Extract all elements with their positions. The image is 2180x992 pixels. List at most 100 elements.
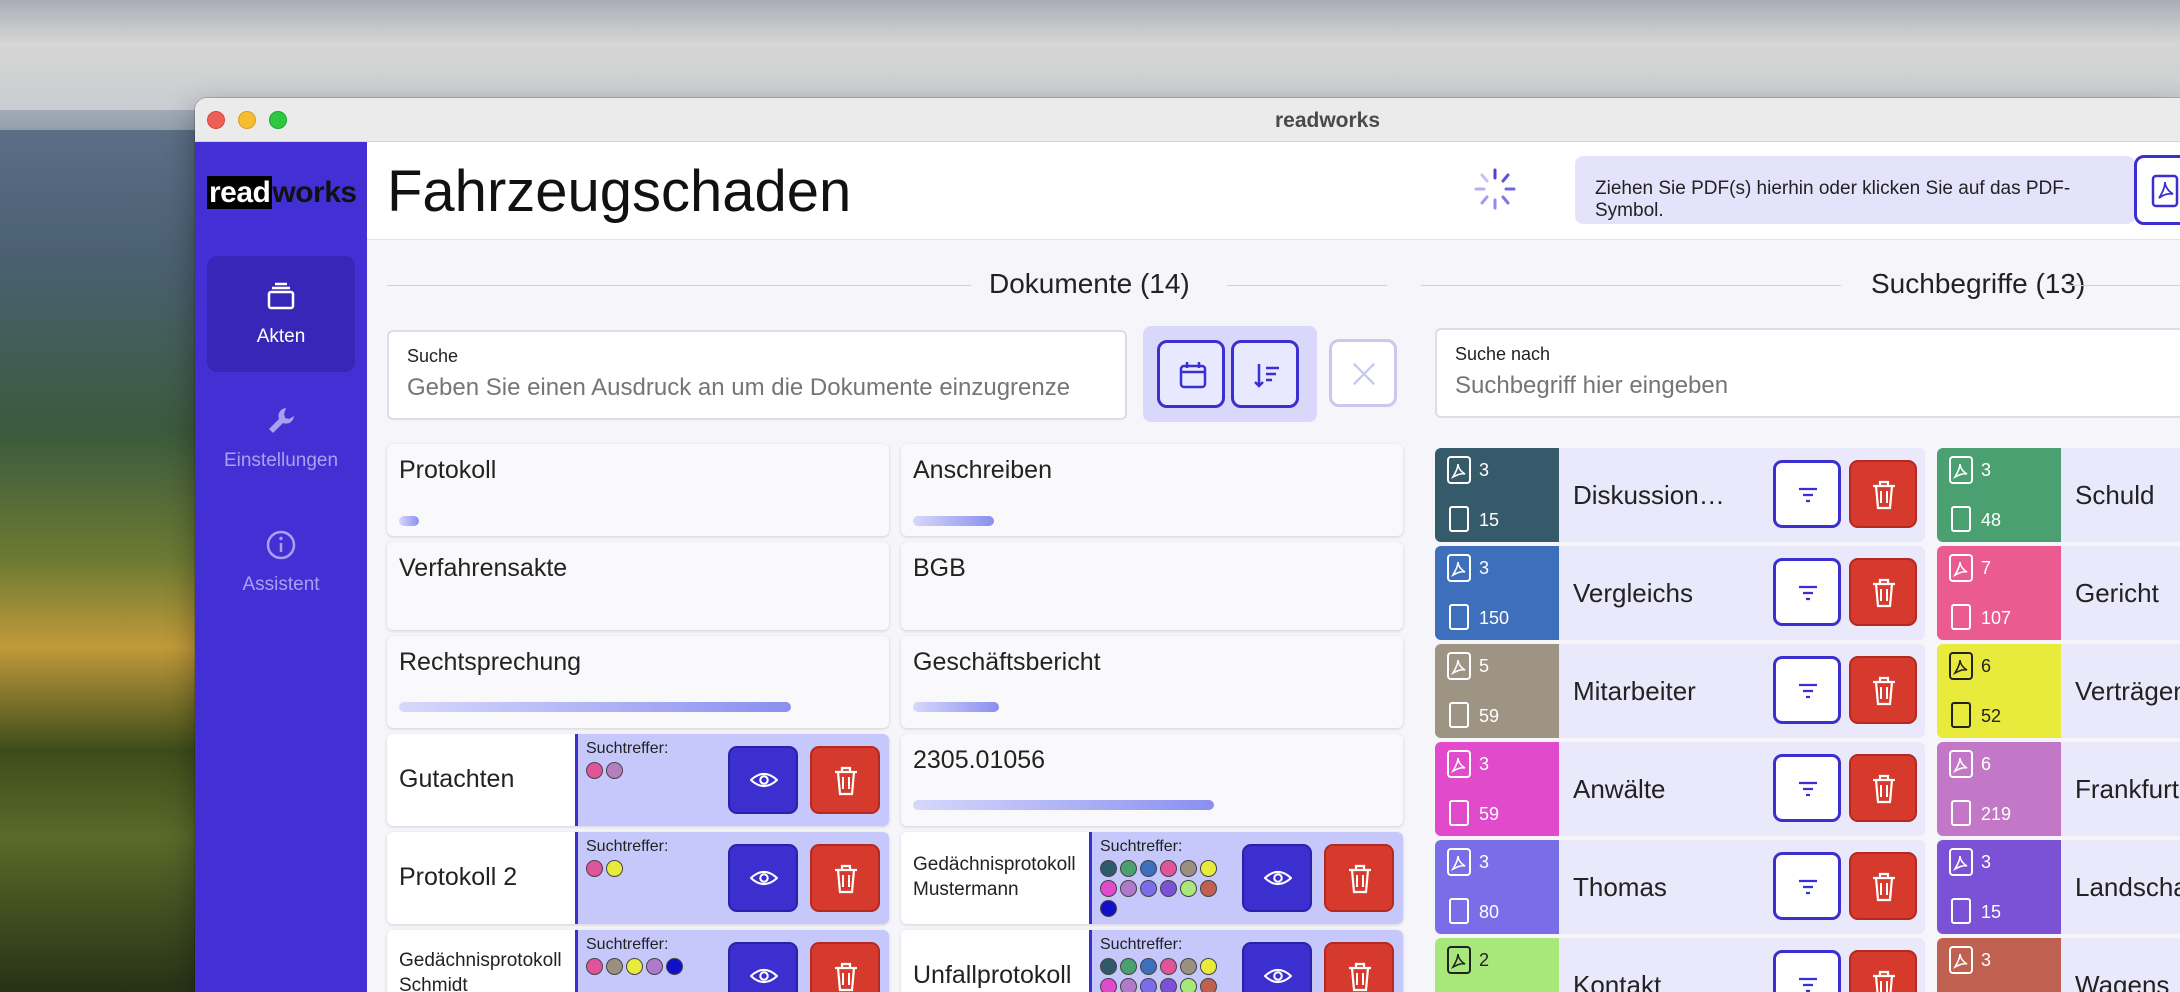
- view-document-button[interactable]: [1242, 844, 1312, 912]
- term-color-swatch: 3 59: [1435, 742, 1559, 836]
- sidebar-item-einstellungen[interactable]: Einstellungen: [207, 380, 355, 496]
- delete-document-button[interactable]: [810, 942, 880, 992]
- hit-dot: [586, 958, 603, 975]
- document-name: Rechtsprechung: [399, 648, 582, 676]
- page-icon: [1951, 604, 1971, 630]
- delete-term-button[interactable]: [1849, 754, 1917, 822]
- search-term-card[interactable]: 3 Wagens: [1937, 938, 2180, 992]
- hit-dots: [586, 762, 706, 779]
- page-icon: [1951, 702, 1971, 728]
- search-term-card[interactable]: 3 48 Schuld: [1937, 448, 2180, 542]
- document-card[interactable]: 2305.01056: [901, 734, 1403, 826]
- hit-dot: [1140, 958, 1157, 975]
- search-term-card[interactable]: 3 80 Thomas: [1435, 840, 1925, 934]
- sidebar-item-akten[interactable]: Akten: [207, 256, 355, 372]
- term-page-count: 219: [1981, 804, 2012, 824]
- window-title: readworks: [1274, 109, 1381, 132]
- filter-term-button[interactable]: [1773, 558, 1841, 626]
- term-page-count: 15: [1981, 902, 2002, 922]
- date-filter-button[interactable]: [1157, 340, 1225, 408]
- hit-panel: Suchtreffer:: [1089, 930, 1403, 992]
- pdf-upload-button[interactable]: [2134, 155, 2180, 225]
- delete-document-button[interactable]: [1324, 942, 1394, 992]
- search-term-card[interactable]: 3 15 Diskussion…: [1435, 448, 1925, 542]
- term-name: Schuld: [2075, 480, 2155, 510]
- delete-document-button[interactable]: [810, 746, 880, 814]
- delete-term-button[interactable]: [1849, 852, 1917, 920]
- document-tools: [1143, 326, 1317, 422]
- loading-spinner-icon: [1474, 168, 1516, 210]
- term-color-swatch: 3 15: [1937, 840, 2061, 934]
- pdf-dropzone[interactable]: Ziehen Sie PDF(s) hierhin oder klicken S…: [1575, 156, 2135, 224]
- hit-dot: [1180, 880, 1197, 897]
- filter-term-button[interactable]: [1773, 950, 1841, 992]
- document-card[interactable]: Anschreiben: [901, 444, 1403, 536]
- view-document-button[interactable]: [728, 746, 798, 814]
- document-card[interactable]: Protokoll: [387, 444, 889, 536]
- term-name: Thomas: [1573, 872, 1667, 902]
- delete-term-button[interactable]: [1849, 558, 1917, 626]
- document-hit-card[interactable]: Gedächnisprotokoll Schmidt Suchtreffer:: [387, 930, 889, 992]
- hit-dot: [606, 762, 623, 779]
- filter-term-button[interactable]: [1773, 754, 1841, 822]
- search-term-card[interactable]: 7 107 Gericht: [1937, 546, 2180, 640]
- trash-icon: [1873, 774, 1895, 804]
- delete-term-button[interactable]: [1849, 460, 1917, 528]
- sidebar-item-assistent[interactable]: Assistent: [207, 504, 355, 620]
- document-hit-card[interactable]: Gedächnisprotokoll Mustermann Suchtreffe…: [901, 832, 1403, 924]
- search-term-card[interactable]: 6 52 Verträgen: [1937, 644, 2180, 738]
- trash-icon: [1873, 872, 1895, 902]
- term-color-swatch: 3 48: [1937, 448, 2061, 542]
- section-divider: [2067, 285, 2180, 286]
- delete-document-button[interactable]: [1324, 844, 1394, 912]
- hit-dot: [1120, 860, 1137, 877]
- clear-filter-button[interactable]: [1329, 339, 1397, 407]
- pdf-icon: [1447, 554, 1471, 582]
- document-card[interactable]: Geschäftsbericht: [901, 636, 1403, 728]
- hit-dots: [586, 958, 706, 975]
- view-document-button[interactable]: [728, 844, 798, 912]
- hit-dot: [1100, 958, 1117, 975]
- document-hit-card[interactable]: Gutachten Suchtreffer:: [387, 734, 889, 826]
- pdf-icon: [1949, 848, 1973, 876]
- document-hit-card[interactable]: Protokoll 2 Suchtreffer:: [387, 832, 889, 924]
- filter-term-button[interactable]: [1773, 656, 1841, 724]
- terms-search-input[interactable]: [1455, 372, 2145, 400]
- hit-dot: [1180, 860, 1197, 877]
- eye-icon: [750, 968, 778, 984]
- search-term-card[interactable]: 6 219 Frankfurt: [1937, 742, 2180, 836]
- terms-search[interactable]: Suche nach: [1435, 328, 2180, 418]
- filter-term-button[interactable]: [1773, 460, 1841, 528]
- search-term-card[interactable]: 3 15 Landscha: [1937, 840, 2180, 934]
- hit-dot: [666, 958, 683, 975]
- sidebar-item-label: Assistent: [242, 574, 320, 595]
- delete-document-button[interactable]: [810, 844, 880, 912]
- document-card[interactable]: Rechtsprechung: [387, 636, 889, 728]
- delete-term-button[interactable]: [1849, 656, 1917, 724]
- view-document-button[interactable]: [1242, 942, 1312, 992]
- search-term-card[interactable]: 3 150 Vergleichs: [1435, 546, 1925, 640]
- trash-icon: [1349, 864, 1371, 894]
- page-icon: [1951, 898, 1971, 924]
- search-term-card[interactable]: 2 Kontakt: [1435, 938, 1925, 992]
- sort-button[interactable]: [1231, 340, 1299, 408]
- documents-search[interactable]: Suche: [387, 330, 1127, 420]
- search-label: Suche: [407, 346, 459, 366]
- search-term-card[interactable]: 5 59 Mitarbeiter: [1435, 644, 1925, 738]
- terms-section-title: Suchbegriffe (13): [1853, 268, 2104, 300]
- hit-dot: [1120, 958, 1137, 975]
- document-hit-card[interactable]: Unfallprotokoll Suchtreffer:: [901, 930, 1403, 992]
- delete-term-button[interactable]: [1849, 950, 1917, 992]
- document-card[interactable]: Verfahrensakte: [387, 542, 889, 630]
- view-document-button[interactable]: [728, 942, 798, 992]
- app-window: readworks readworks Akten Einstellungen …: [195, 98, 2180, 992]
- document-card[interactable]: BGB: [901, 542, 1403, 630]
- trash-icon: [1873, 578, 1895, 608]
- filter-icon: [1799, 977, 1817, 992]
- hit-dot: [586, 860, 603, 877]
- search-term-card[interactable]: 3 59 Anwälte: [1435, 742, 1925, 836]
- term-page-count: 15: [1479, 510, 1500, 530]
- filter-term-button[interactable]: [1773, 852, 1841, 920]
- documents-search-input[interactable]: [407, 374, 1070, 402]
- term-page-count: 107: [1981, 608, 2012, 628]
